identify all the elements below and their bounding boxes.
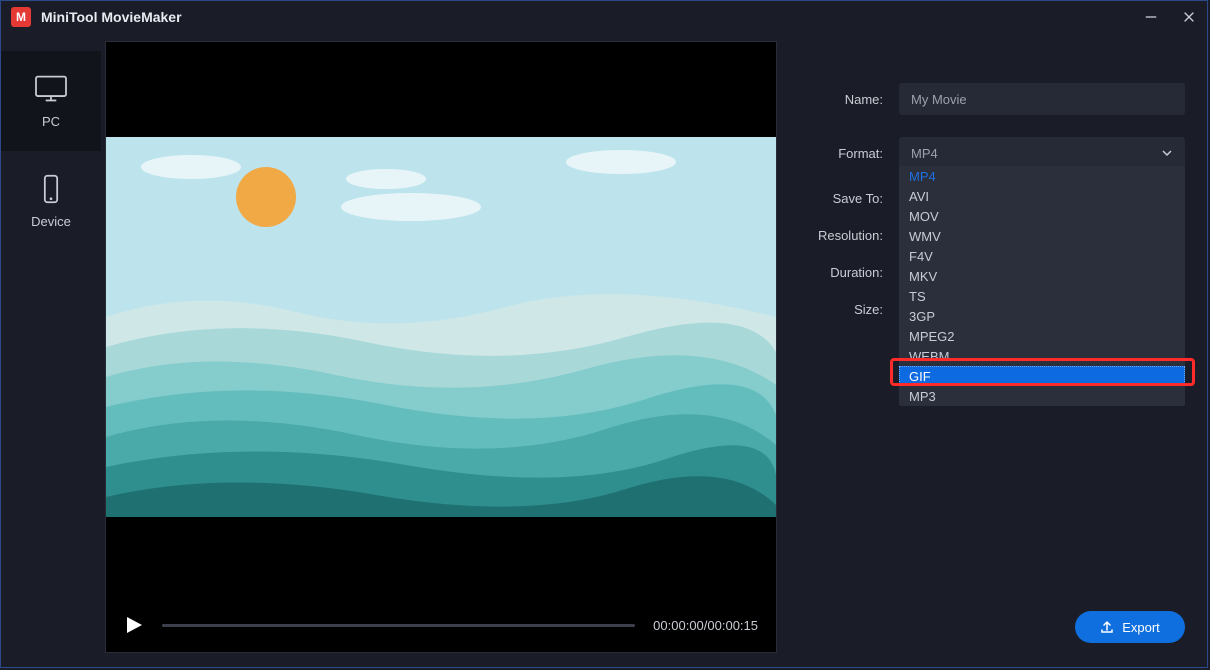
format-option-f4v[interactable]: F4V [899, 246, 1185, 266]
play-icon [124, 615, 144, 635]
window-frame: M MiniTool MovieMaker PC [0, 0, 1208, 668]
format-dropdown-list: MP4 AVI MOV WMV F4V MKV TS 3GP MPEG2 WEB… [899, 166, 1185, 406]
export-icon [1100, 620, 1114, 634]
name-value: My Movie [911, 92, 967, 107]
sidebar-item-device[interactable]: Device [1, 151, 101, 251]
format-option-avi[interactable]: AVI [899, 186, 1185, 206]
close-button[interactable] [1181, 9, 1197, 25]
format-option-mkv[interactable]: MKV [899, 266, 1185, 286]
seek-bar[interactable] [162, 624, 635, 627]
format-option-wmv[interactable]: WMV [899, 226, 1185, 246]
name-label: Name: [803, 92, 883, 107]
video-preview: 00:00:00/00:00:15 [105, 41, 777, 653]
duration-label: Duration: [803, 265, 883, 280]
play-button[interactable] [124, 615, 144, 635]
format-option-mov[interactable]: MOV [899, 206, 1185, 226]
format-option-webm[interactable]: WEBM [899, 346, 1185, 366]
title-bar: M MiniTool MovieMaker [1, 1, 1207, 33]
format-option-ts[interactable]: TS [899, 286, 1185, 306]
playbar: 00:00:00/00:00:15 [106, 598, 776, 652]
name-input[interactable]: My Movie [899, 83, 1185, 115]
settings-panel: Name: My Movie Format: MP4 Save To: Reso… [781, 33, 1207, 667]
format-label: Format: [803, 146, 883, 161]
sidebar-item-pc[interactable]: PC [1, 51, 101, 151]
format-select[interactable]: MP4 [899, 137, 1185, 169]
app-title: MiniTool MovieMaker [41, 9, 182, 25]
format-option-mp4[interactable]: MP4 [899, 166, 1185, 186]
format-option-gif[interactable]: GIF [899, 366, 1185, 386]
export-button-label: Export [1122, 620, 1160, 635]
sidebar-item-label: PC [42, 114, 60, 129]
app-logo-icon: M [11, 7, 31, 27]
format-option-mp3[interactable]: MP3 [899, 386, 1185, 406]
size-label: Size: [803, 302, 883, 317]
minimize-button[interactable] [1143, 9, 1159, 25]
sidebar: PC Device [1, 33, 101, 667]
preview-image [106, 137, 776, 517]
phone-icon [33, 174, 69, 204]
sidebar-item-label: Device [31, 214, 71, 229]
resolution-label: Resolution: [803, 228, 883, 243]
preview-panel: 00:00:00/00:00:15 [101, 33, 781, 667]
monitor-icon [33, 74, 69, 104]
chevron-down-icon [1161, 147, 1173, 159]
export-button[interactable]: Export [1075, 611, 1185, 643]
timecode: 00:00:00/00:00:15 [653, 618, 758, 633]
format-selected-value: MP4 [911, 146, 938, 161]
save-to-label: Save To: [803, 191, 883, 206]
format-option-mpeg2[interactable]: MPEG2 [899, 326, 1185, 346]
format-option-3gp[interactable]: 3GP [899, 306, 1185, 326]
